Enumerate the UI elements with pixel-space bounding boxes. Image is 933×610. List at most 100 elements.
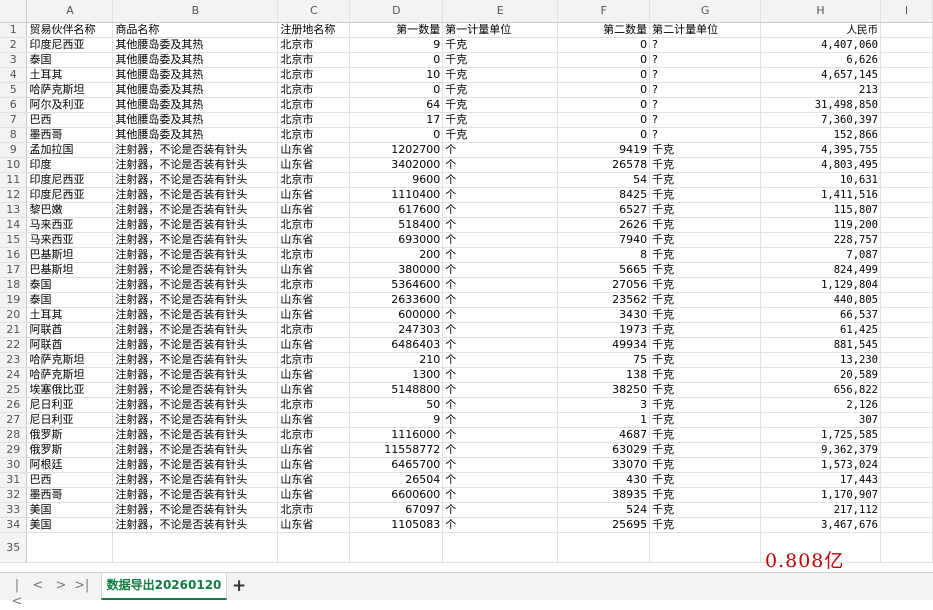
cell[interactable]: 0 — [557, 52, 651, 68]
row-header[interactable]: 18 — [0, 277, 28, 293]
cell[interactable] — [880, 502, 933, 518]
cell[interactable]: 黎巴嫩 — [26, 202, 114, 218]
cell[interactable]: 6465700 — [349, 457, 444, 473]
cell[interactable]: 山东省 — [277, 157, 351, 173]
cell[interactable]: 617600 — [349, 202, 444, 218]
cell[interactable] — [880, 337, 933, 353]
row-header[interactable]: 32 — [0, 487, 28, 503]
cell[interactable]: 824,499 — [760, 262, 881, 278]
cell[interactable]: 注射器，不论是否装有针头 — [112, 502, 279, 518]
cell[interactable]: ? — [649, 127, 762, 143]
cell[interactable] — [880, 142, 933, 158]
cell[interactable]: 千克 — [649, 382, 762, 398]
cell[interactable]: 千克 — [649, 367, 762, 383]
cell[interactable] — [557, 532, 651, 563]
cell[interactable]: 千克 — [649, 487, 762, 503]
cell[interactable]: 山东省 — [277, 232, 351, 248]
cell[interactable]: 山东省 — [277, 142, 351, 158]
cell[interactable]: 千克 — [442, 52, 559, 68]
cell[interactable]: 4687 — [557, 427, 651, 443]
cell[interactable] — [880, 382, 933, 398]
cell[interactable] — [880, 427, 933, 443]
cell[interactable]: 美国 — [26, 517, 114, 533]
cell[interactable]: 0 — [557, 37, 651, 53]
cell[interactable]: 山东省 — [277, 337, 351, 353]
cell[interactable]: 75 — [557, 352, 651, 368]
cell[interactable]: 千克 — [649, 172, 762, 188]
cell[interactable]: 个 — [442, 142, 559, 158]
cell[interactable]: 印度 — [26, 157, 114, 173]
cell[interactable]: 个 — [442, 472, 559, 488]
cell[interactable]: 119,200 — [760, 217, 881, 233]
cell[interactable]: 个 — [442, 397, 559, 413]
cell[interactable]: 7,360,397 — [760, 112, 881, 128]
cell[interactable]: 1,725,585 — [760, 427, 881, 443]
cell[interactable]: 孟加拉国 — [26, 142, 114, 158]
row-header[interactable]: 12 — [0, 187, 28, 203]
cell[interactable] — [880, 97, 933, 113]
cell[interactable]: 个 — [442, 172, 559, 188]
select-all-corner[interactable] — [0, 0, 28, 23]
cell[interactable]: 山东省 — [277, 457, 351, 473]
cell[interactable]: 千克 — [649, 157, 762, 173]
cell[interactable]: 3 — [557, 397, 651, 413]
cell[interactable]: 山东省 — [277, 292, 351, 308]
cell[interactable] — [880, 187, 933, 203]
row-header[interactable]: 8 — [0, 127, 28, 143]
cell[interactable]: 1202700 — [349, 142, 444, 158]
cell[interactable]: 注射器，不论是否装有针头 — [112, 277, 279, 293]
cell[interactable]: 北京市 — [277, 82, 351, 98]
cell[interactable] — [880, 127, 933, 143]
row-header[interactable]: 2 — [0, 37, 28, 53]
cell[interactable]: 阿尔及利亚 — [26, 97, 114, 113]
cell[interactable]: 7,087 — [760, 247, 881, 263]
cell[interactable] — [880, 532, 933, 563]
cell[interactable]: 千克 — [649, 217, 762, 233]
cell[interactable]: 6,626 — [760, 52, 881, 68]
cell[interactable]: 0 — [349, 127, 444, 143]
cell[interactable]: 1,170,907 — [760, 487, 881, 503]
cell[interactable]: 注射器，不论是否装有针头 — [112, 352, 279, 368]
cell[interactable]: 泰国 — [26, 292, 114, 308]
cell[interactable]: 第一计量单位 — [442, 22, 559, 38]
cell[interactable]: 5665 — [557, 262, 651, 278]
cell[interactable]: 个 — [442, 502, 559, 518]
cell[interactable]: 注射器，不论是否装有针头 — [112, 442, 279, 458]
cell[interactable]: 50 — [349, 397, 444, 413]
cell[interactable] — [880, 397, 933, 413]
cell[interactable]: 个 — [442, 277, 559, 293]
cell[interactable]: 4,407,060 — [760, 37, 881, 53]
cell[interactable]: 注射器，不论是否装有针头 — [112, 187, 279, 203]
cell[interactable]: 北京市 — [277, 502, 351, 518]
cell[interactable]: 个 — [442, 517, 559, 533]
row-header[interactable]: 34 — [0, 517, 28, 533]
cell[interactable]: 俄罗斯 — [26, 427, 114, 443]
sheet-tab-active[interactable]: 数据导出20260120 — [101, 573, 227, 600]
cell[interactable]: 千克 — [649, 142, 762, 158]
row-header[interactable]: 9 — [0, 142, 28, 158]
cell[interactable] — [277, 532, 351, 563]
row-header[interactable]: 4 — [0, 67, 28, 83]
cell[interactable]: 山东省 — [277, 442, 351, 458]
cell[interactable]: 个 — [442, 457, 559, 473]
cell[interactable]: 个 — [442, 247, 559, 263]
cell[interactable]: 注射器，不论是否装有针头 — [112, 427, 279, 443]
cell[interactable]: 千克 — [442, 67, 559, 83]
cell[interactable]: 1 — [557, 412, 651, 428]
cell[interactable] — [880, 157, 933, 173]
cell[interactable]: 千克 — [649, 412, 762, 428]
cell[interactable]: 9 — [349, 37, 444, 53]
cell[interactable] — [880, 37, 933, 53]
cell[interactable]: 1110400 — [349, 187, 444, 203]
cell[interactable]: 1,573,024 — [760, 457, 881, 473]
cell[interactable]: 美国 — [26, 502, 114, 518]
cell[interactable]: 6486403 — [349, 337, 444, 353]
cell[interactable]: 1,129,804 — [760, 277, 881, 293]
cell[interactable]: 217,112 — [760, 502, 881, 518]
cell[interactable]: ? — [649, 97, 762, 113]
cell[interactable]: 23562 — [557, 292, 651, 308]
cell[interactable]: 20,589 — [760, 367, 881, 383]
cell[interactable]: 千克 — [649, 262, 762, 278]
cell[interactable]: 哈萨克斯坦 — [26, 82, 114, 98]
cell[interactable]: 9 — [349, 412, 444, 428]
